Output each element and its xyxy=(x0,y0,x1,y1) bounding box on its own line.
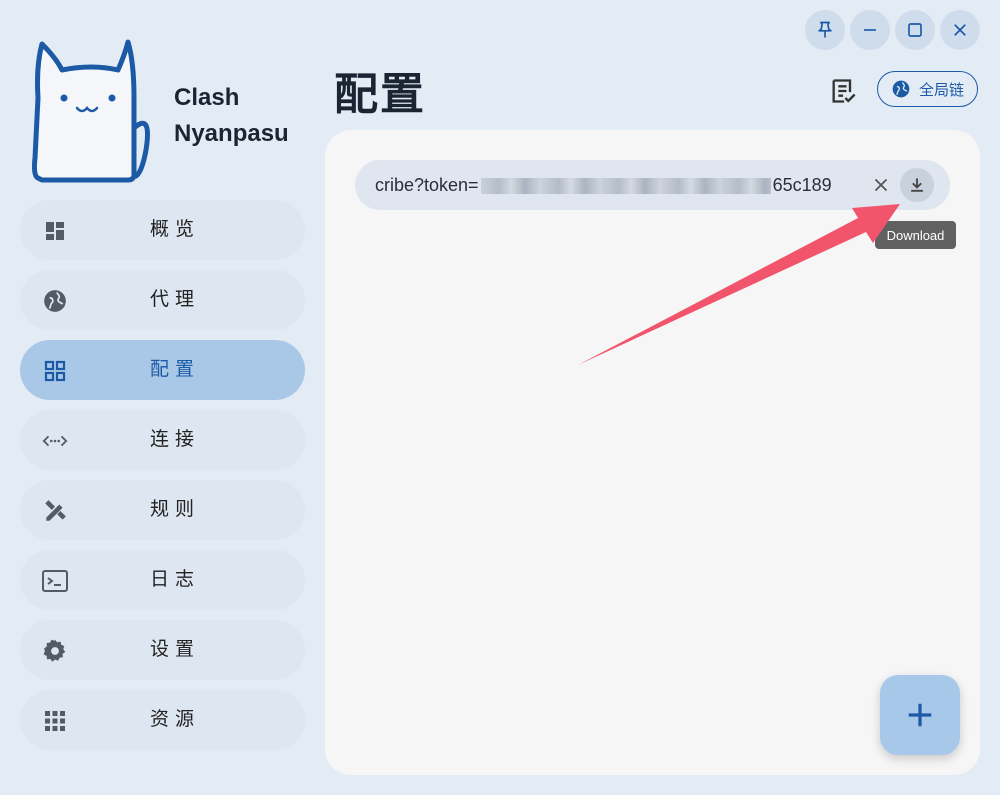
sidebar-item-rules[interactable]: 规则 xyxy=(20,480,305,540)
sidebar-item-label: 配置 xyxy=(150,359,201,380)
sidebar-item-proxy[interactable]: 代理 xyxy=(20,270,305,330)
apps-grid-icon xyxy=(42,708,68,734)
maximize-button[interactable] xyxy=(895,10,935,50)
app-name-line2: Nyanpasu xyxy=(174,120,289,147)
sidebar-item-resources[interactable]: 资源 xyxy=(20,690,305,750)
sidebar-item-profiles[interactable]: 配置 xyxy=(20,340,305,400)
download-tooltip: Download xyxy=(875,221,956,249)
sidebar-item-label: 连接 xyxy=(150,429,201,450)
subscription-url-text: cribe?token= 65c189 xyxy=(375,160,832,210)
page-title: 配置 xyxy=(334,70,426,119)
url-suffix: 65c189 xyxy=(772,175,832,195)
add-profile-button[interactable] xyxy=(880,675,960,755)
sidebar-nav: 概览 代理 配置 连接 规则 日志 设置 资源 xyxy=(20,200,305,760)
sidebar-item-settings[interactable]: 设置 xyxy=(20,620,305,680)
url-prefix: cribe?token= xyxy=(375,175,479,195)
app-name-line1: Clash xyxy=(174,84,240,111)
sidebar-item-overview[interactable]: 概览 xyxy=(20,200,305,260)
grid-icon xyxy=(42,358,68,384)
plus-icon xyxy=(908,703,932,727)
subscription-url-input[interactable]: cribe?token= 65c189 xyxy=(355,160,950,210)
sidebar-item-logs[interactable]: 日志 xyxy=(20,550,305,610)
download-button[interactable] xyxy=(900,168,934,202)
pin-button[interactable] xyxy=(805,10,845,50)
minimize-button[interactable] xyxy=(850,10,890,50)
minimize-icon xyxy=(864,29,876,31)
pin-icon xyxy=(818,21,832,38)
cat-logo xyxy=(31,39,150,183)
global-chain-button[interactable]: 全局链 xyxy=(877,71,978,107)
sidebar-item-connections[interactable]: 连接 xyxy=(20,410,305,470)
sidebar-item-label: 概览 xyxy=(150,219,201,240)
maximize-icon xyxy=(908,23,922,37)
terminal-icon xyxy=(42,568,68,594)
sidebar-item-label: 代理 xyxy=(150,289,201,310)
app-name: Clash Nyanpasu xyxy=(174,80,289,152)
gear-icon xyxy=(42,638,68,664)
sidebar-item-label: 资源 xyxy=(150,709,201,730)
checklist-icon[interactable] xyxy=(829,77,857,105)
download-icon xyxy=(911,178,923,192)
sidebar-item-label: 设置 xyxy=(150,639,201,660)
rules-icon xyxy=(42,498,68,524)
globe-icon xyxy=(892,80,910,98)
connection-icon xyxy=(42,428,68,454)
redacted-token xyxy=(480,178,771,195)
close-icon xyxy=(954,24,966,36)
global-chain-label: 全局链 xyxy=(918,81,964,99)
globe-icon xyxy=(42,288,68,314)
clear-icon[interactable] xyxy=(870,174,892,196)
sidebar-item-label: 规则 xyxy=(150,499,201,520)
close-button[interactable] xyxy=(940,10,980,50)
sidebar-item-label: 日志 xyxy=(150,569,201,590)
dashboard-icon xyxy=(42,218,68,244)
